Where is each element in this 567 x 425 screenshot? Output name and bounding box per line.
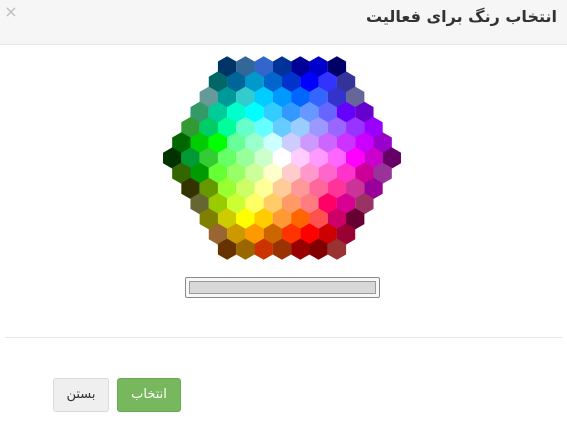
color-palette [0, 0, 567, 280]
select-button[interactable]: انتخاب [117, 378, 181, 412]
close-button[interactable]: بستن [53, 378, 109, 412]
footer-divider [5, 337, 562, 338]
color-palette-svg [163, 56, 401, 260]
selected-color-field[interactable] [185, 277, 380, 298]
selected-color-preview [189, 281, 376, 294]
